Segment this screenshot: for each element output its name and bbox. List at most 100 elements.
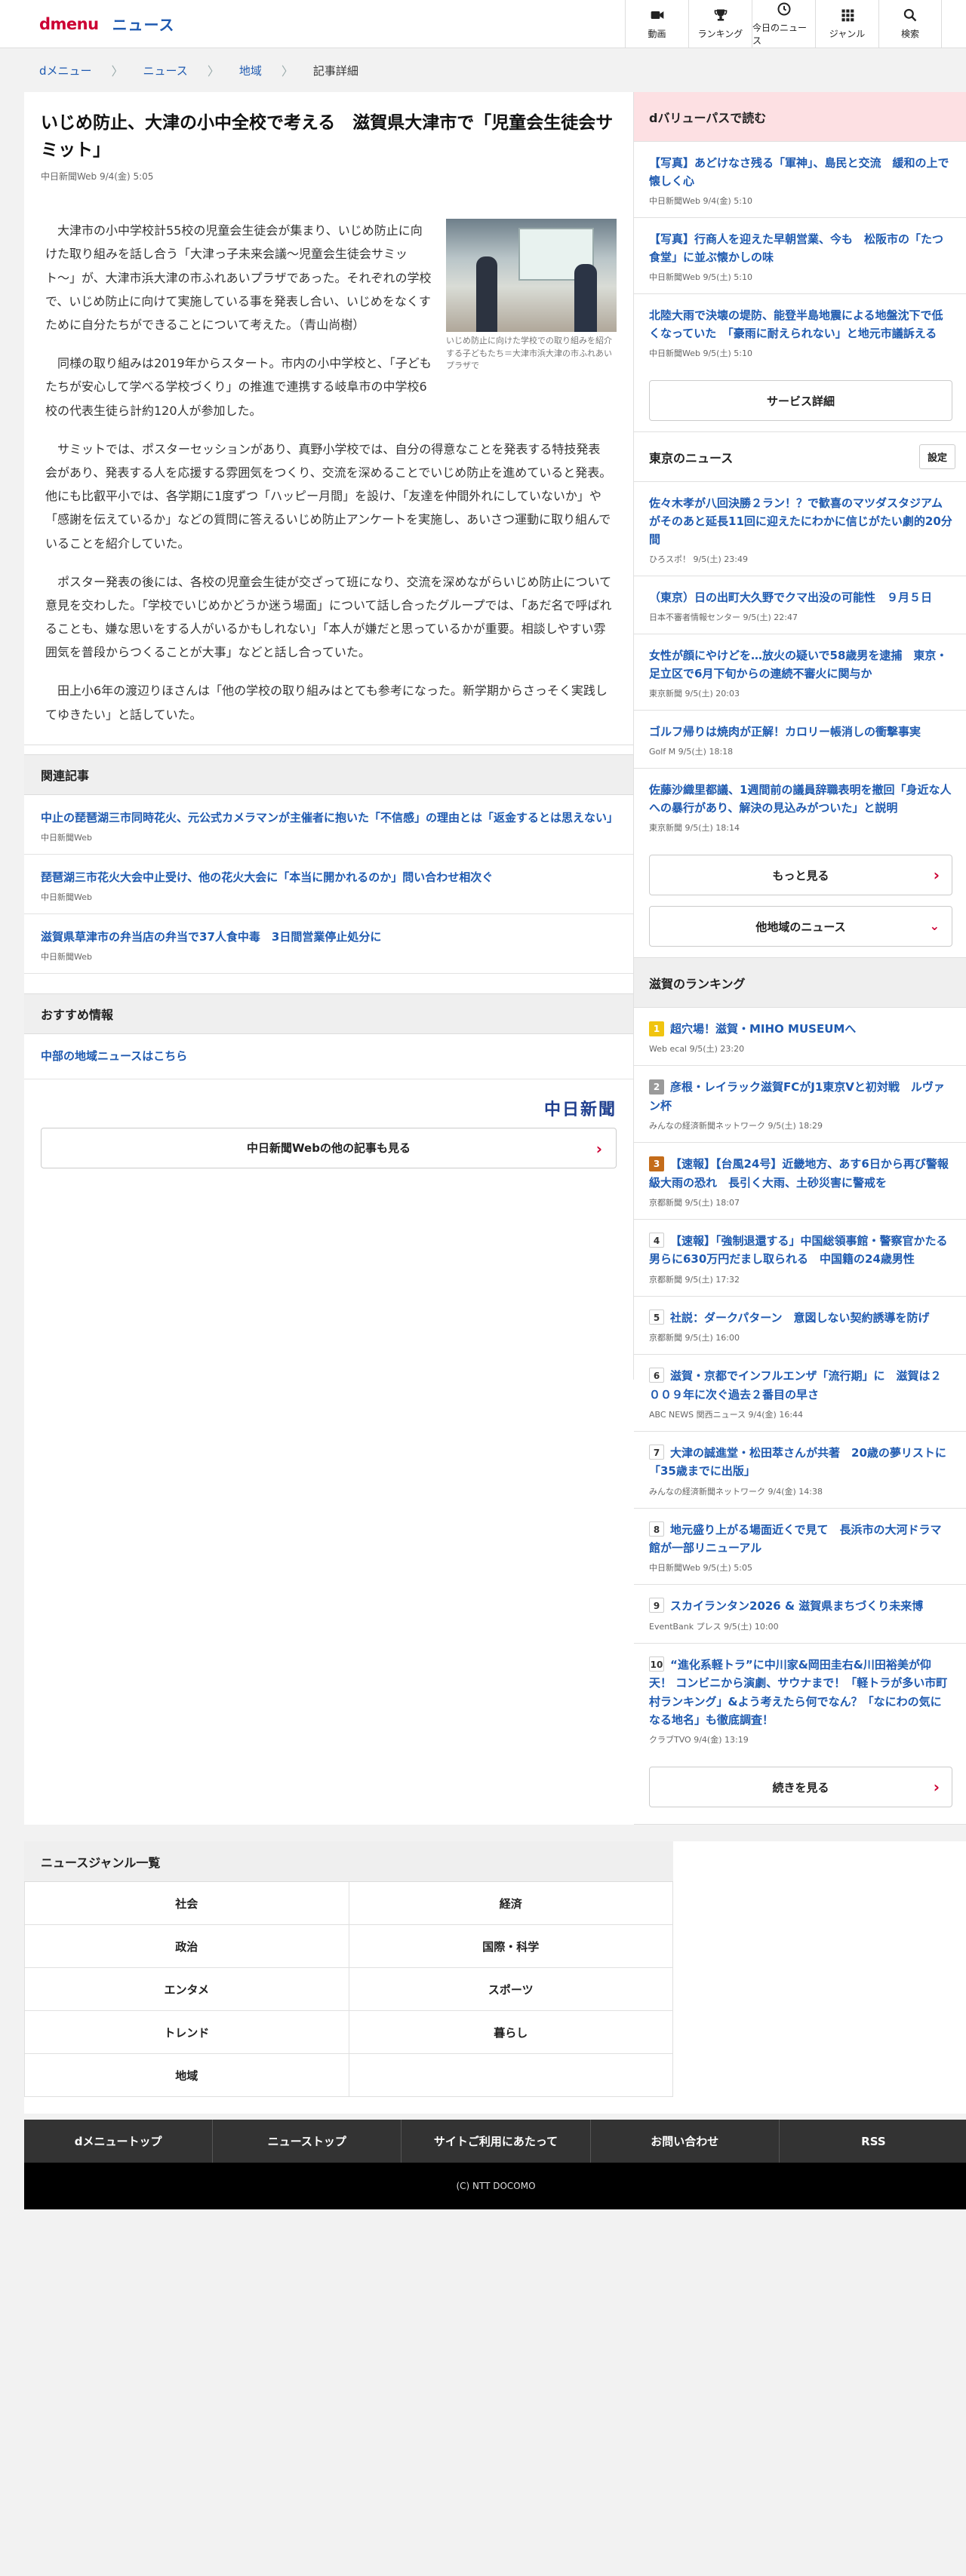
ranking-more-label: 続きを見る bbox=[772, 1780, 829, 1795]
ranking-source: Web ecal 9/5(土) 23:20 bbox=[649, 1044, 745, 1055]
genre-life[interactable]: 暮らし bbox=[349, 2011, 673, 2055]
ranking-link[interactable]: 大津の誠進堂・松田萃さんが共著 20歳の夢リストに「35歳までに出版」 bbox=[649, 1446, 946, 1478]
ranking-link[interactable]: 地元盛り上がる場面近くで見て 長浜市の大河ドラマ館が一部リニューアル bbox=[649, 1523, 942, 1555]
tokyo-news-source: ひろスポ！ 9/5(土) 23:49 bbox=[649, 554, 748, 564]
recommend-heading: おすすめ情報 bbox=[24, 993, 633, 1034]
genre-international[interactable]: 国際・科学 bbox=[349, 1925, 673, 1969]
tokyo-news-item: 佐藤沙織里都議、1週間前の議員辞職表明を撤回「身近な人への暴行があり、解決の見込… bbox=[634, 769, 966, 844]
related-link[interactable]: 中止の琵琶湖三市同時花火、元公式カメラマンが主催者に抱いた「不信感」の理由とは「… bbox=[41, 811, 618, 824]
related-link[interactable]: 滋賀県草津市の弁当店の弁当で37人食中毒 3日間営業停止処分に bbox=[41, 930, 381, 944]
footer-contact[interactable]: お問い合わせ bbox=[591, 2120, 780, 2163]
tokyo-news-link[interactable]: （東京）日の出町大久野でクマ出没の可能性 ９月５日 bbox=[649, 591, 932, 604]
nav-search[interactable]: 検索 bbox=[878, 0, 942, 48]
service-detail-button[interactable]: サービス詳細 bbox=[649, 380, 952, 421]
ranking-more-button[interactable]: 続きを見る › bbox=[649, 1767, 952, 1808]
nav-ranking[interactable]: ランキング bbox=[688, 0, 752, 48]
genre-society[interactable]: 社会 bbox=[25, 1882, 349, 1926]
setting-button[interactable]: 設定 bbox=[918, 444, 955, 469]
more-tokyo-label: もっと見る bbox=[772, 868, 829, 883]
breadcrumb-dmenu[interactable]: dメニュー bbox=[39, 63, 92, 78]
related-item: 中止の琵琶湖三市同時花火、元公式カメラマンが主催者に抱いた「不信感」の理由とは「… bbox=[24, 795, 633, 855]
tokyo-news-link[interactable]: 佐々木孝が八回決勝２ラン！？で歓喜のマツダスタジアムがそのあと延長11回に迎えた… bbox=[649, 496, 952, 546]
sidebar: dバリューパスで読む 【写真】あどけなさ残る「軍神」、島民と交流 緩和の上で懐し… bbox=[634, 92, 966, 1825]
other-region-button[interactable]: 他地域のニュース ⌄ bbox=[649, 906, 952, 947]
breadcrumb-news[interactable]: ニュース bbox=[143, 63, 188, 78]
logo-area[interactable]: dmenu ニュース bbox=[0, 0, 175, 48]
rank-badge: 5 bbox=[649, 1309, 664, 1325]
dvalue-link[interactable]: 【写真】行商人を迎えた早朝営業、今も 松阪市の「たつ食堂」に並ぶ懐かしの味 bbox=[649, 232, 943, 264]
ranking-link[interactable]: 彦根・レイラック滋賀FCがJ1東京Vと初対戦 ルヴァン杯 bbox=[649, 1080, 945, 1112]
main-column: いじめ防止、大津の小中全校で考える 滋賀県大津市で「児童会生徒会サミット」 中日… bbox=[24, 92, 634, 1380]
genre-grid: 社会 経済 政治 国際・科学 エンタメ スポーツ トレンド 暮らし 地域 bbox=[24, 1882, 673, 2098]
genre-entertainment[interactable]: エンタメ bbox=[25, 1968, 349, 2012]
ranking-link[interactable]: スカイランタン2026 & 滋賀県まちづくり未来博 bbox=[670, 1599, 923, 1613]
dvalue-link[interactable]: 【写真】あどけなさ残る「軍神」、島民と交流 緩和の上で懐しく心 bbox=[649, 156, 949, 188]
rank-badge: 6 bbox=[649, 1368, 664, 1383]
ranking-link[interactable]: 滋賀・京都でインフルエンザ「流行期」に 滋賀は２００９年に次ぐ過去２番目の早さ bbox=[649, 1369, 942, 1401]
ranking-section: 滋賀のランキング 1 超穴場！滋賀・MIHO MUSEUMへ Web ecal 9… bbox=[634, 958, 966, 1825]
dmenu-logo[interactable]: dmenu bbox=[39, 15, 99, 33]
recommend-link[interactable]: 中部の地域ニュースはこちら bbox=[41, 1049, 187, 1063]
footer-terms[interactable]: サイトご利用にあたって bbox=[401, 2120, 591, 2163]
related-heading: 関連記事 bbox=[24, 754, 633, 795]
ranking-item: 4 【速報】「強制退還する」中国総領事館・警察官かたる男らに630万円だまし取られ… bbox=[634, 1219, 966, 1297]
article-title: いじめ防止、大津の小中全校で考える 滋賀県大津市で「児童会生徒会サミット」 bbox=[41, 113, 614, 160]
nav-genre-label: ジャンル bbox=[829, 29, 866, 39]
genre-trend[interactable]: トレンド bbox=[25, 2011, 349, 2055]
footer-rss[interactable]: RSS bbox=[780, 2120, 966, 2163]
person-figure bbox=[574, 264, 597, 333]
article-body: いじめ防止に向けた学校での取り組みを紹介する子どもたち＝大津市浜大津の市ふれあい… bbox=[41, 219, 617, 726]
rank-badge: 7 bbox=[649, 1444, 664, 1460]
article: いじめ防止、大津の小中全校で考える 滋賀県大津市で「児童会生徒会サミット」 中日… bbox=[24, 92, 633, 726]
ranking-source: EventBank プレス 9/5(土) 10:00 bbox=[649, 1621, 779, 1632]
ranking-link[interactable]: “進化系軽トラ”に中川家&岡田圭右&川田裕美が仰天！ コンビニから演劇、サウナま… bbox=[649, 1658, 947, 1727]
footer-dmenu-top[interactable]: dメニュートップ bbox=[24, 2120, 214, 2163]
genre-region[interactable]: 地域 bbox=[25, 2054, 349, 2098]
ranking-link[interactable]: 超穴場！滋賀・MIHO MUSEUMへ bbox=[670, 1022, 856, 1036]
nav-genre[interactable]: ジャンル bbox=[815, 0, 878, 48]
tokyo-news-link[interactable]: ゴルフ帰りは焼肉が正解！カロリー帳消しの衝撃事実 bbox=[649, 725, 921, 738]
nav-video[interactable]: 動画 bbox=[625, 0, 688, 48]
footer-news-top[interactable]: ニューストップ bbox=[213, 2120, 402, 2163]
nav-today[interactable]: 今日のニュース bbox=[752, 0, 815, 48]
chevron-right-icon: 〉 bbox=[111, 64, 124, 78]
article-figure[interactable]: いじめ防止に向けた学校での取り組みを紹介する子どもたち＝大津市浜大津の市ふれあい… bbox=[446, 219, 617, 373]
publisher-logo[interactable]: 中日新聞 bbox=[24, 1079, 633, 1128]
more-tokyo-button[interactable]: もっと見る › bbox=[649, 855, 952, 895]
genre-sports[interactable]: スポーツ bbox=[349, 1968, 673, 2012]
ranking-source: クラブTVO 9/4(金) 13:19 bbox=[649, 1735, 749, 1745]
nav-search-label: 検索 bbox=[900, 29, 919, 39]
genre-economy[interactable]: 経済 bbox=[349, 1882, 673, 1926]
genre-wrapper: ニュースジャンル一覧 社会 経済 政治 国際・科学 エンタメ スポーツ トレンド… bbox=[24, 1841, 966, 2114]
dvalue-section: dバリューパスで読む 【写真】あどけなさ残る「軍神」、島民と交流 緩和の上で懐し… bbox=[634, 92, 966, 432]
article-meta: 中日新聞Web 9/4(金) 5:05 bbox=[41, 171, 154, 183]
dvalue-link[interactable]: 北陸大雨で決壊の堤防、能登半島地震による地盤沈下で低くなっていた 「豪雨に耐えら… bbox=[649, 309, 943, 340]
breadcrumb-region[interactable]: 地域 bbox=[239, 63, 262, 78]
grid-icon bbox=[841, 9, 854, 22]
genre-politics[interactable]: 政治 bbox=[25, 1925, 349, 1969]
tokyo-news-source: 日本不審者情報センター 9/5(土) 22:47 bbox=[649, 613, 798, 622]
tokyo-news-link[interactable]: 女性が顔にやけどを…放火の疑いで58歳男を逮捕 東京・足立区で6月下旬からの連続… bbox=[649, 649, 947, 680]
breadcrumb: dメニュー 〉 ニュース 〉 地域 〉 記事詳細 bbox=[0, 48, 966, 92]
rank-badge: 8 bbox=[649, 1521, 664, 1537]
chevron-down-icon: ⌄ bbox=[929, 919, 940, 933]
ranking-link[interactable]: 【速報】【台風24号】近畿地方、あす6日から再び警報級大雨の恐れ 長引く大雨、土… bbox=[649, 1157, 949, 1189]
related-articles: 関連記事 中止の琵琶湖三市同時花火、元公式カメラマンが主催者に抱いた「不信感」の… bbox=[24, 754, 633, 974]
tokyo-news-item: 女性が顔にやけどを…放火の疑いで58歳男を逮捕 東京・足立区で6月下旬からの連続… bbox=[634, 634, 966, 711]
nav-video-label: 動画 bbox=[648, 29, 666, 39]
news-logo[interactable]: ニュース bbox=[112, 13, 175, 35]
ranking-item: 3 【速報】【台風24号】近畿地方、あす6日から再び警報級大雨の恐れ 長引く大雨、… bbox=[634, 1143, 966, 1220]
ranking-link[interactable]: 社説：ダークパターン 意図しない契約誘導を防げ bbox=[670, 1311, 930, 1325]
article-photo[interactable] bbox=[446, 219, 617, 333]
dvalue-heading: dバリューパスで読む bbox=[634, 92, 966, 142]
chevron-right-icon: › bbox=[933, 1778, 940, 1797]
ranking-link[interactable]: 【速報】「強制退還する」中国総領事館・警察官かたる男らに630万円だまし取られる… bbox=[649, 1234, 948, 1266]
tokyo-news-link[interactable]: 佐藤沙織里都議、1週間前の議員辞職表明を撤回「身近な人への暴行があり、解決の見込… bbox=[649, 783, 951, 815]
rank-badge: 3 bbox=[649, 1156, 664, 1172]
rank-badge: 10 bbox=[649, 1656, 664, 1672]
copyright: (C) NTT DOCOMO bbox=[24, 2163, 966, 2210]
related-link[interactable]: 琵琶湖三市花火大会中止受け、他の花火大会に「本当に開かれるのか」問い合わせ相次ぐ bbox=[41, 870, 493, 884]
video-icon bbox=[651, 11, 663, 19]
publisher-more-button[interactable]: 中日新聞Webの他の記事も見る › bbox=[41, 1127, 617, 1168]
ranking-source: 京都新聞 9/5(土) 16:00 bbox=[649, 1333, 740, 1343]
